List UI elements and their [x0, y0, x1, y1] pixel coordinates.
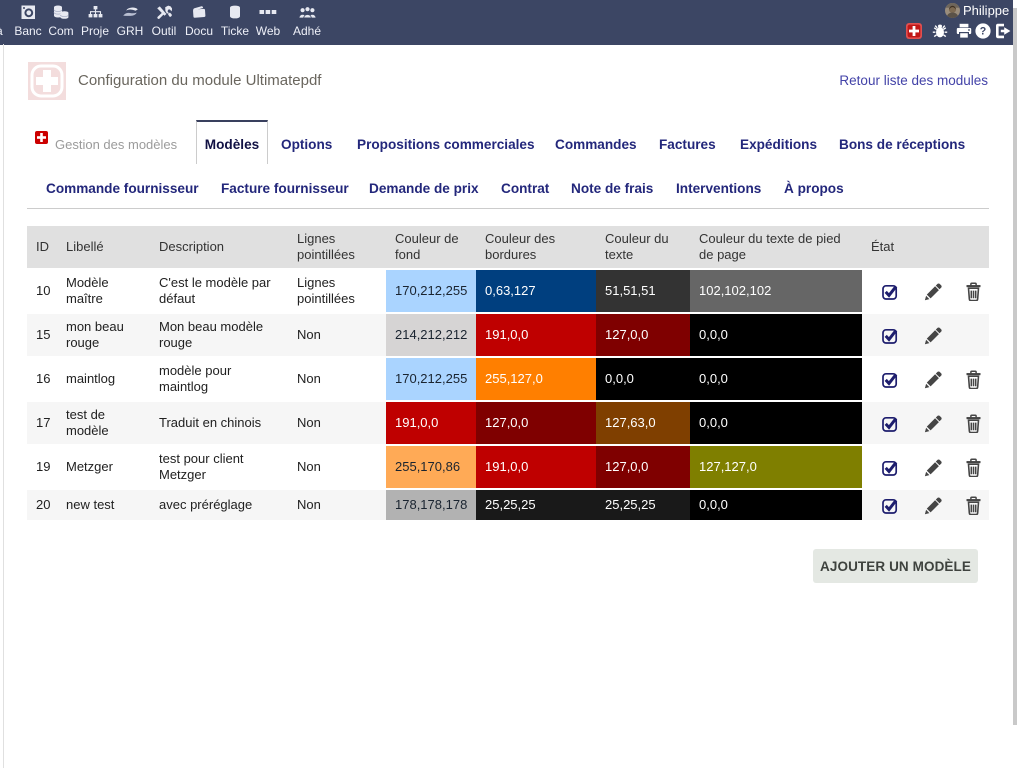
- svg-text:?: ?: [980, 26, 986, 38]
